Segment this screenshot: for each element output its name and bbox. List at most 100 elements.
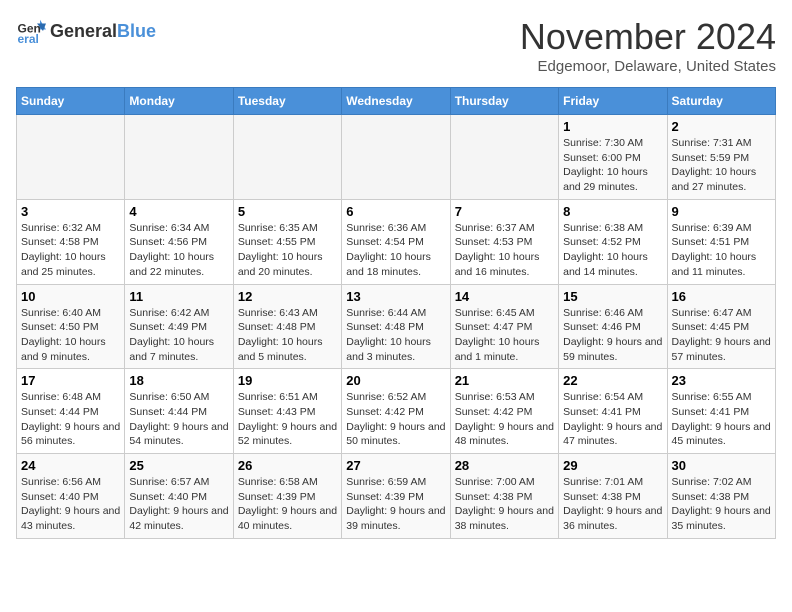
day-number: 26: [238, 458, 337, 473]
day-number: 23: [672, 373, 771, 388]
day-number: 20: [346, 373, 445, 388]
calendar-cell: 16 Sunrise: 6:47 AM Sunset: 4:45 PM Dayli…: [667, 284, 775, 369]
day-number: 3: [21, 204, 120, 219]
day-header-friday: Friday: [559, 88, 667, 115]
day-number: 29: [563, 458, 662, 473]
calendar-cell: 1Sunrise: 7:30 AM Sunset: 6:00 PM Daylig…: [559, 115, 667, 200]
calendar-cell: 19 Sunrise: 6:51 AM Sunset: 4:43 PM Dayli…: [233, 369, 341, 454]
day-number: 19: [238, 373, 337, 388]
day-number: 27: [346, 458, 445, 473]
day-number: 10: [21, 289, 120, 304]
location-title: Edgemoor, Delaware, United States: [520, 58, 776, 75]
calendar-week-row: 10 Sunrise: 6:40 AM Sunset: 4:50 PM Dayli…: [17, 284, 776, 369]
calendar-cell: 24 Sunrise: 6:56 AM Sunset: 4:40 PM Dayli…: [17, 454, 125, 539]
calendar-cell: 27Sunrise: 6:59 AM Sunset: 4:39 PM Dayli…: [342, 454, 450, 539]
day-number: 28: [455, 458, 554, 473]
day-info: Sunrise: 6:32 AM Sunset: 4:58 PM Dayligh…: [21, 221, 120, 280]
calendar-header-row: SundayMondayTuesdayWednesdayThursdayFrid…: [17, 88, 776, 115]
day-info: Sunrise: 7:00 AM Sunset: 4:38 PM Dayligh…: [455, 475, 554, 534]
calendar-cell: 23 Sunrise: 6:55 AM Sunset: 4:41 PM Dayli…: [667, 369, 775, 454]
day-header-saturday: Saturday: [667, 88, 775, 115]
calendar-cell: 28 Sunrise: 7:00 AM Sunset: 4:38 PM Dayli…: [450, 454, 558, 539]
day-number: 14: [455, 289, 554, 304]
day-number: 22: [563, 373, 662, 388]
day-header-monday: Monday: [125, 88, 233, 115]
day-info: Sunrise: 6:35 AM Sunset: 4:55 PM Dayligh…: [238, 221, 337, 280]
day-info: Sunrise: 6:54 AM Sunset: 4:41 PM Dayligh…: [563, 390, 662, 449]
day-number: 5: [238, 204, 337, 219]
title-area: November 2024 Edgemoor, Delaware, United…: [520, 16, 776, 75]
day-info: Sunrise: 6:44 AM Sunset: 4:48 PM Dayligh…: [346, 306, 445, 365]
day-info: Sunrise: 7:01 AM Sunset: 4:38 PM Dayligh…: [563, 475, 662, 534]
calendar-cell: 12Sunrise: 6:43 AM Sunset: 4:48 PM Dayli…: [233, 284, 341, 369]
calendar-cell: 6Sunrise: 6:36 AM Sunset: 4:54 PM Daylig…: [342, 199, 450, 284]
calendar-week-row: 17 Sunrise: 6:48 AM Sunset: 4:44 PM Dayli…: [17, 369, 776, 454]
day-number: 21: [455, 373, 554, 388]
day-header-thursday: Thursday: [450, 88, 558, 115]
calendar-cell: 2Sunrise: 7:31 AM Sunset: 5:59 PM Daylig…: [667, 115, 775, 200]
day-number: 2: [672, 119, 771, 134]
day-info: Sunrise: 6:42 AM Sunset: 4:49 PM Dayligh…: [129, 306, 228, 365]
day-info: Sunrise: 6:40 AM Sunset: 4:50 PM Dayligh…: [21, 306, 120, 365]
calendar-cell: 9 Sunrise: 6:39 AM Sunset: 4:51 PM Daylig…: [667, 199, 775, 284]
calendar-cell: 17 Sunrise: 6:48 AM Sunset: 4:44 PM Dayli…: [17, 369, 125, 454]
calendar-cell: 10 Sunrise: 6:40 AM Sunset: 4:50 PM Dayli…: [17, 284, 125, 369]
calendar-week-row: 3 Sunrise: 6:32 AM Sunset: 4:58 PM Daylig…: [17, 199, 776, 284]
day-header-tuesday: Tuesday: [233, 88, 341, 115]
day-number: 8: [563, 204, 662, 219]
day-number: 18: [129, 373, 228, 388]
calendar-cell: 18 Sunrise: 6:50 AM Sunset: 4:44 PM Dayli…: [125, 369, 233, 454]
day-info: Sunrise: 6:37 AM Sunset: 4:53 PM Dayligh…: [455, 221, 554, 280]
logo-text: GeneralBlue: [50, 21, 156, 42]
day-number: 7: [455, 204, 554, 219]
day-info: Sunrise: 6:51 AM Sunset: 4:43 PM Dayligh…: [238, 390, 337, 449]
calendar-cell: 7 Sunrise: 6:37 AM Sunset: 4:53 PM Daylig…: [450, 199, 558, 284]
day-number: 17: [21, 373, 120, 388]
day-info: Sunrise: 6:38 AM Sunset: 4:52 PM Dayligh…: [563, 221, 662, 280]
day-info: Sunrise: 6:56 AM Sunset: 4:40 PM Dayligh…: [21, 475, 120, 534]
day-number: 4: [129, 204, 228, 219]
calendar-cell: 11Sunrise: 6:42 AM Sunset: 4:49 PM Dayli…: [125, 284, 233, 369]
day-info: Sunrise: 6:36 AM Sunset: 4:54 PM Dayligh…: [346, 221, 445, 280]
calendar-cell: [17, 115, 125, 200]
calendar-week-row: 1Sunrise: 7:30 AM Sunset: 6:00 PM Daylig…: [17, 115, 776, 200]
month-title: November 2024: [520, 16, 776, 58]
calendar-cell: 5 Sunrise: 6:35 AM Sunset: 4:55 PM Daylig…: [233, 199, 341, 284]
calendar-cell: 29 Sunrise: 7:01 AM Sunset: 4:38 PM Dayli…: [559, 454, 667, 539]
calendar-table: SundayMondayTuesdayWednesdayThursdayFrid…: [16, 87, 776, 539]
day-number: 30: [672, 458, 771, 473]
day-info: Sunrise: 6:53 AM Sunset: 4:42 PM Dayligh…: [455, 390, 554, 449]
header: Gen eral GeneralBlue November 2024 Edgem…: [16, 16, 776, 75]
calendar-cell: 13 Sunrise: 6:44 AM Sunset: 4:48 PM Dayli…: [342, 284, 450, 369]
logo-icon: Gen eral: [16, 16, 46, 46]
day-number: 12: [238, 289, 337, 304]
day-header-sunday: Sunday: [17, 88, 125, 115]
calendar-cell: 15 Sunrise: 6:46 AM Sunset: 4:46 PM Dayli…: [559, 284, 667, 369]
calendar-cell: 14Sunrise: 6:45 AM Sunset: 4:47 PM Dayli…: [450, 284, 558, 369]
day-info: Sunrise: 6:52 AM Sunset: 4:42 PM Dayligh…: [346, 390, 445, 449]
calendar-cell: 8 Sunrise: 6:38 AM Sunset: 4:52 PM Daylig…: [559, 199, 667, 284]
day-info: Sunrise: 6:48 AM Sunset: 4:44 PM Dayligh…: [21, 390, 120, 449]
calendar-cell: [125, 115, 233, 200]
day-info: Sunrise: 6:55 AM Sunset: 4:41 PM Dayligh…: [672, 390, 771, 449]
day-number: 24: [21, 458, 120, 473]
calendar-cell: 26 Sunrise: 6:58 AM Sunset: 4:39 PM Dayli…: [233, 454, 341, 539]
logo: Gen eral GeneralBlue: [16, 16, 156, 46]
day-number: 15: [563, 289, 662, 304]
calendar-cell: 22 Sunrise: 6:54 AM Sunset: 4:41 PM Dayli…: [559, 369, 667, 454]
day-info: Sunrise: 6:47 AM Sunset: 4:45 PM Dayligh…: [672, 306, 771, 365]
calendar-cell: 30Sunrise: 7:02 AM Sunset: 4:38 PM Dayli…: [667, 454, 775, 539]
day-number: 16: [672, 289, 771, 304]
day-info: Sunrise: 6:39 AM Sunset: 4:51 PM Dayligh…: [672, 221, 771, 280]
day-number: 9: [672, 204, 771, 219]
day-info: Sunrise: 6:34 AM Sunset: 4:56 PM Dayligh…: [129, 221, 228, 280]
day-info: Sunrise: 6:50 AM Sunset: 4:44 PM Dayligh…: [129, 390, 228, 449]
day-number: 13: [346, 289, 445, 304]
calendar-cell: 25Sunrise: 6:57 AM Sunset: 4:40 PM Dayli…: [125, 454, 233, 539]
calendar-cell: 20 Sunrise: 6:52 AM Sunset: 4:42 PM Dayli…: [342, 369, 450, 454]
day-info: Sunrise: 7:30 AM Sunset: 6:00 PM Dayligh…: [563, 136, 662, 195]
day-info: Sunrise: 6:46 AM Sunset: 4:46 PM Dayligh…: [563, 306, 662, 365]
calendar-cell: [233, 115, 341, 200]
day-info: Sunrise: 6:57 AM Sunset: 4:40 PM Dayligh…: [129, 475, 228, 534]
day-info: Sunrise: 6:58 AM Sunset: 4:39 PM Dayligh…: [238, 475, 337, 534]
